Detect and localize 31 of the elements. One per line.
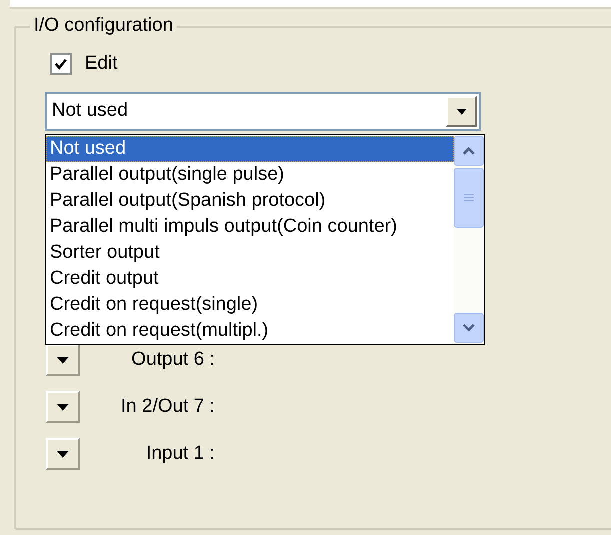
dropdown-arrow-button[interactable] xyxy=(46,391,80,423)
chevron-up-icon xyxy=(463,147,475,155)
dropdown-option[interactable]: Parallel output(Spanish protocol) xyxy=(46,188,454,214)
scroll-thumb[interactable] xyxy=(454,168,484,228)
caret-icon xyxy=(57,356,69,364)
chevron-down-icon xyxy=(463,324,475,332)
edit-label: Edit xyxy=(85,52,118,76)
caret-icon xyxy=(57,404,69,410)
dropdown-option[interactable]: Sorter output xyxy=(46,240,454,266)
scroll-up-button[interactable] xyxy=(454,136,484,166)
field-label: In 2/Out 7 : xyxy=(120,394,215,419)
scrollbar[interactable] xyxy=(454,135,484,344)
field-label: Input 1 : xyxy=(145,442,215,466)
group-title: I/O configuration xyxy=(30,14,178,38)
checkmark-icon xyxy=(55,58,67,70)
caret-icon xyxy=(57,450,69,458)
dropdown-option[interactable]: Parallel multi impuls output(Coin counter) xyxy=(46,214,454,240)
edit-checkbox[interactable] xyxy=(50,53,72,75)
dropdown-option[interactable]: Credit on request(multipl.) xyxy=(46,318,454,344)
dropdown-option[interactable]: Credit output xyxy=(46,266,454,292)
dropdown-option[interactable]: Credit on request(single) xyxy=(46,292,454,318)
scroll-down-button[interactable] xyxy=(454,313,484,343)
field-label: Output 6 : xyxy=(130,348,215,372)
dropdown-arrow-button[interactable] xyxy=(446,96,477,127)
dropdown-arrow-button[interactable] xyxy=(46,344,80,376)
caret-icon xyxy=(456,108,466,114)
grip-icon xyxy=(464,194,474,202)
dropdown-arrow-button[interactable] xyxy=(46,438,80,470)
type-dropdown[interactable]: Not used xyxy=(45,92,481,131)
dropdown-option[interactable]: Parallel output(single pulse) xyxy=(46,162,454,188)
dropdown-option[interactable]: Not used xyxy=(46,136,454,162)
